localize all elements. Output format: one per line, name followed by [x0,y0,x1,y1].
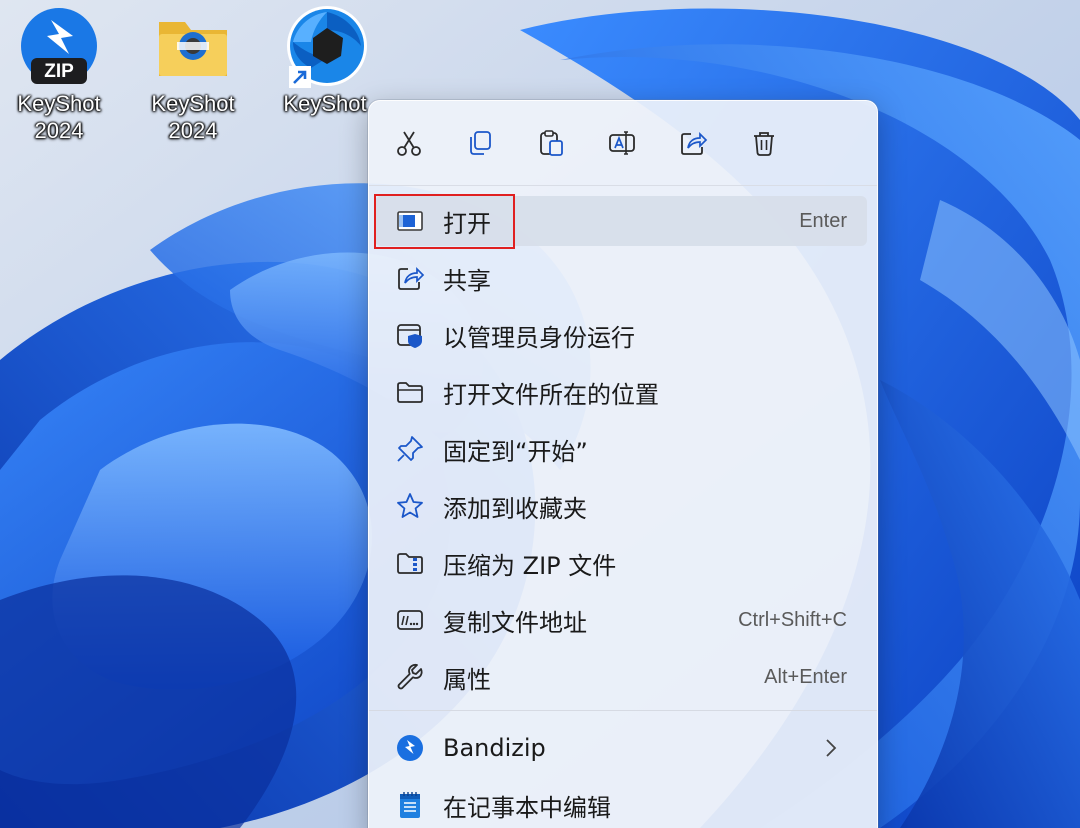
menu-item-label: 打开文件所在的位置 [443,380,659,409]
copy-button[interactable] [458,121,502,165]
menu-item-shortcut: Enter [799,209,847,232]
star-icon [395,491,425,521]
share-icon [681,131,708,155]
copy-path-icon [395,605,425,635]
menu-item-label: 压缩为 ZIP 文件 [443,551,617,580]
zip-archive-icon: ZIP [17,6,101,90]
desktop-icon-keyshot-zip[interactable]: ZIP KeyShot 2024 [4,6,114,144]
menu-item-label: 在记事本中编辑 [443,793,611,822]
menu-item-open[interactable]: 打开 Enter [375,196,867,246]
menu-item-label: 共享 [443,266,491,295]
bandizip-icon [395,733,425,763]
paste-icon [540,130,563,156]
menu-item-compress-zip[interactable]: 压缩为 ZIP 文件 [375,538,867,588]
pin-icon [395,434,425,464]
svg-text:ZIP: ZIP [44,61,74,82]
rename-button[interactable] [600,121,644,165]
menu-item-properties[interactable]: 属性 Alt+Enter [375,652,867,702]
desktop-icon-keyshot-shortcut[interactable]: KeyShot [270,6,380,117]
scissors-icon [397,131,421,156]
notepad-icon [395,790,425,820]
trash-icon [754,132,774,156]
menu-item-run-as-admin[interactable]: 以管理员身份运行 [375,310,867,360]
app-window-icon [395,206,425,236]
menu-item-bandizip[interactable]: Bandizip [375,723,867,773]
menu-item-label: 复制文件地址 [443,608,587,637]
menu-item-label: 添加到收藏夹 [443,494,587,523]
menu-item-add-to-favorites[interactable]: 添加到收藏夹 [375,481,867,531]
admin-shield-icon [395,320,425,350]
folder-icon [151,6,235,90]
desktop-icon-label-line2: 2024 [168,118,218,143]
share-button[interactable] [671,121,715,165]
menu-item-open-file-location[interactable]: 打开文件所在的位置 [375,367,867,417]
delete-button[interactable] [742,121,786,165]
rename-icon [609,131,635,155]
cut-button[interactable] [387,121,431,165]
paste-button[interactable] [529,121,573,165]
share-icon [395,263,425,293]
menu-item-pin-to-start[interactable]: 固定到“开始” [375,424,867,474]
copy-icon [470,131,491,155]
menu-item-label: 以管理员身份运行 [443,323,635,352]
desktop-icon-label-line2: 2024 [34,118,84,143]
chevron-right-icon [826,739,837,757]
desktop-icon-label-line1: KeyShot [151,91,235,116]
desktop-icon-keyshot-folder[interactable]: KeyShot 2024 [138,6,248,144]
menu-item-label: 固定到“开始” [443,437,588,466]
context-menu: 打开 Enter 共享 以管理员身份运行 打开文件所在的位置 固定到“开始” 添… [368,100,878,828]
menu-item-copy-path[interactable]: 复制文件地址 Ctrl+Shift+C [375,595,867,645]
menu-item-label: 属性 [443,665,491,694]
menu-item-shortcut: Ctrl+Shift+C [738,608,847,631]
menu-item-share[interactable]: 共享 [375,253,867,303]
desktop-icon-label-line1: KeyShot [283,91,367,116]
menu-item-label: Bandizip [443,734,546,762]
desktop-icon-label-line1: KeyShot [17,91,101,116]
menu-item-edit-in-notepad[interactable]: 在记事本中编辑 [375,780,867,828]
menu-item-label: 打开 [443,209,491,238]
wrench-icon [395,662,425,692]
menu-item-shortcut: Alt+Enter [764,665,847,688]
zip-folder-icon [395,548,425,578]
folder-outline-icon [395,377,425,407]
context-menu-toolbar [369,101,877,186]
keyshot-app-icon [283,6,367,90]
menu-separator [369,710,877,711]
